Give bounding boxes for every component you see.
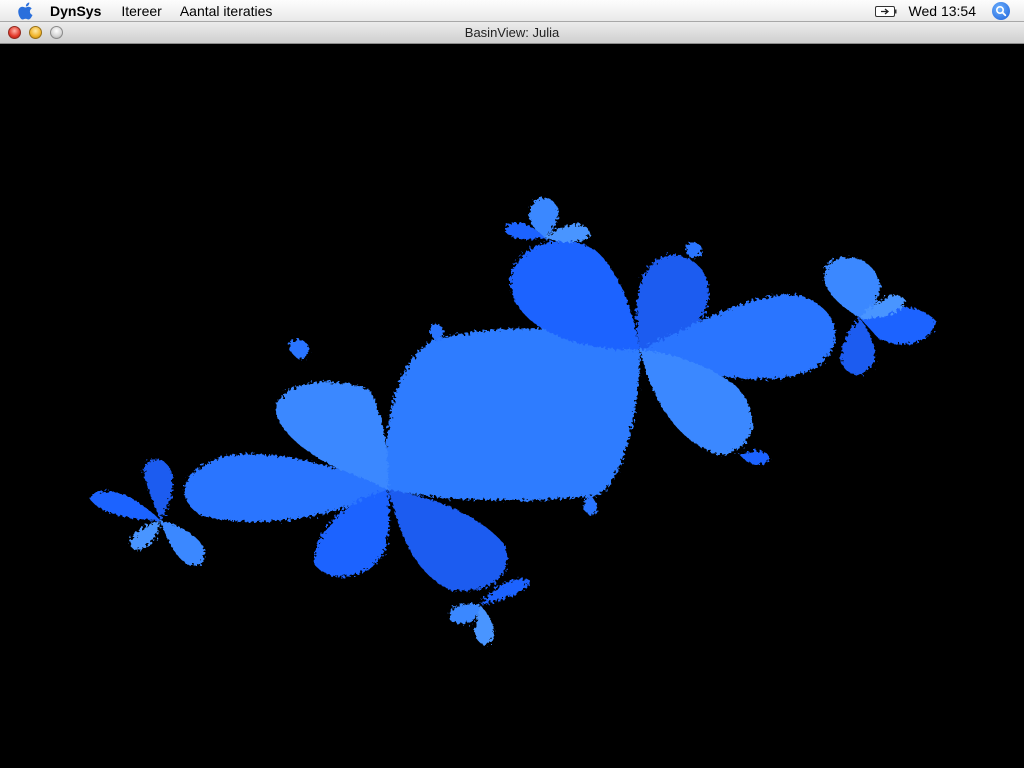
menu-aantal-iteraties[interactable]: Aantal iteraties bbox=[180, 0, 273, 22]
menu-clock[interactable]: Wed 13:54 bbox=[909, 3, 976, 19]
menu-app-name[interactable]: DynSys bbox=[50, 0, 101, 22]
search-glyph-icon bbox=[995, 5, 1007, 17]
window-titlebar[interactable]: BasinView: Julia bbox=[0, 22, 1024, 44]
menu-extras: Wed 13:54 bbox=[874, 0, 1010, 22]
fractal-canvas[interactable] bbox=[0, 44, 1024, 768]
window-title: BasinView: Julia bbox=[464, 25, 560, 40]
spotlight-icon[interactable] bbox=[992, 2, 1010, 20]
julia-set-image bbox=[90, 197, 935, 645]
menu-bar: DynSys Itereer Aantal iteraties Wed 13:5… bbox=[0, 0, 1024, 22]
menu-itereer[interactable]: Itereer bbox=[121, 0, 161, 22]
apple-icon[interactable] bbox=[18, 2, 34, 20]
battery-icon[interactable] bbox=[874, 5, 897, 18]
